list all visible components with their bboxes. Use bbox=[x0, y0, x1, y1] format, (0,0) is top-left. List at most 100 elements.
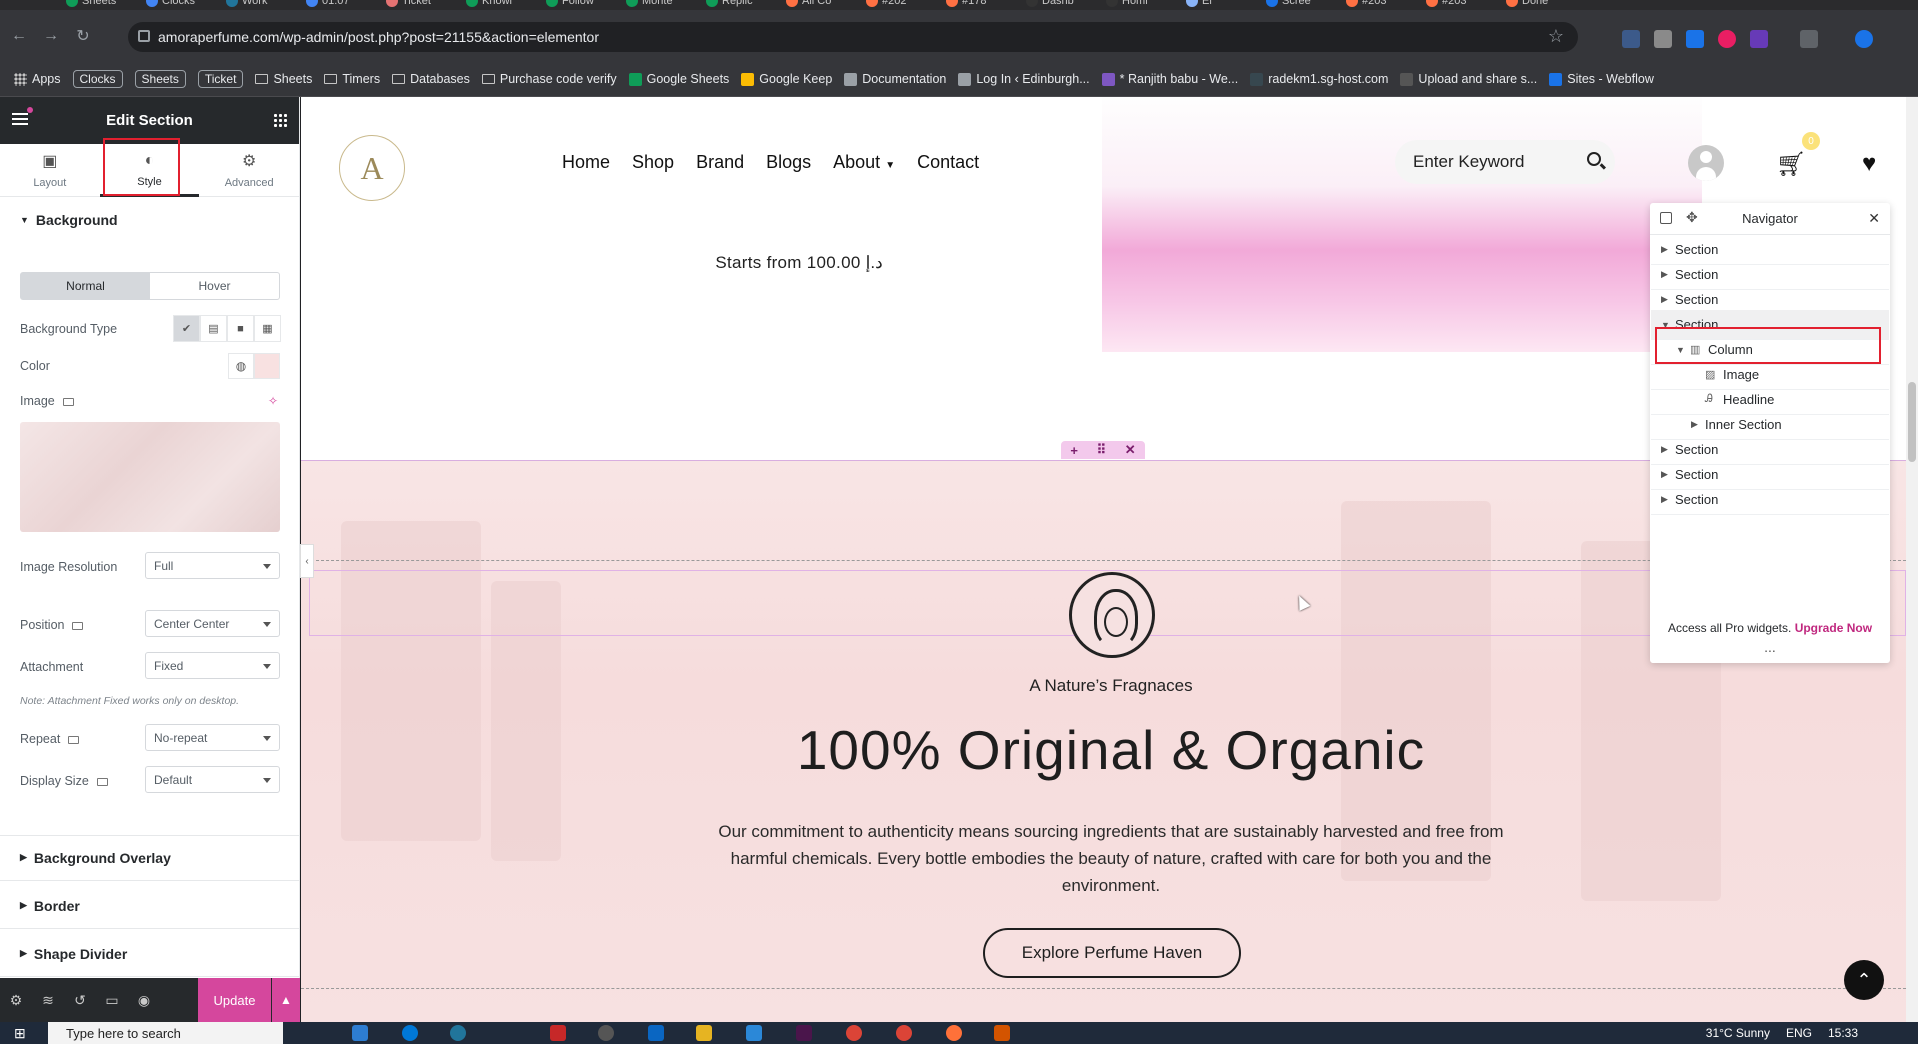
site-info-icon[interactable] bbox=[138, 30, 150, 42]
cart-icon[interactable]: 🛒︎ bbox=[1776, 150, 1806, 179]
gradient-icon[interactable]: ▤ bbox=[200, 315, 227, 342]
nav-home[interactable]: Home bbox=[562, 152, 610, 173]
task-view-icon[interactable] bbox=[352, 1025, 368, 1041]
bookmark-item[interactable]: Clocks bbox=[72, 70, 123, 88]
drag-handle-icon[interactable]: ⠿ bbox=[1097, 442, 1107, 458]
tab-layout[interactable]: ▣ Layout bbox=[0, 144, 100, 196]
image-resolution-select[interactable]: Full bbox=[145, 552, 280, 579]
video-icon[interactable]: ■ bbox=[227, 315, 254, 342]
normal-tab[interactable]: Normal bbox=[21, 273, 150, 299]
scrollbar-thumb[interactable] bbox=[1908, 382, 1916, 462]
browser-tab[interactable]: #202 bbox=[860, 0, 912, 10]
section-handle[interactable]: + ⠿ ✕ bbox=[1061, 441, 1145, 459]
browser-tab[interactable]: Sheets bbox=[60, 0, 122, 10]
globe-icon[interactable]: ◍ bbox=[228, 353, 254, 379]
browser-tab[interactable]: #203 bbox=[1420, 0, 1472, 10]
caret-right-icon[interactable]: ▶ bbox=[1661, 294, 1675, 305]
preview-eye-icon[interactable]: ◉ bbox=[128, 992, 160, 1009]
explore-button[interactable]: Explore Perfume Haven bbox=[983, 928, 1241, 978]
extension-icon[interactable] bbox=[1622, 30, 1640, 48]
update-button[interactable]: Update bbox=[198, 978, 271, 1022]
background-image-preview[interactable] bbox=[20, 422, 280, 532]
file-explorer-icon[interactable] bbox=[696, 1025, 712, 1041]
browser-tab[interactable]: #178 bbox=[940, 0, 992, 10]
bookmark-item[interactable]: Documentation bbox=[844, 72, 946, 86]
browser-tab[interactable]: Done bbox=[1500, 0, 1554, 10]
reload-icon[interactable]: ↻ bbox=[70, 23, 96, 49]
back-icon[interactable]: ← bbox=[6, 23, 32, 49]
bookmark-item[interactable]: * Ranjith babu - We... bbox=[1101, 72, 1238, 86]
bookmark-item[interactable]: Purchase code verify bbox=[481, 72, 617, 86]
responsive-monitor-icon[interactable] bbox=[62, 397, 74, 406]
app-icon[interactable] bbox=[648, 1025, 664, 1041]
nav-about[interactable]: About ▼ bbox=[833, 152, 895, 173]
color-swatch[interactable] bbox=[254, 353, 280, 379]
bookmark-item[interactable]: Log In ‹ Edinburgh... bbox=[958, 72, 1090, 86]
browser-tab[interactable]: All Co bbox=[780, 0, 837, 10]
tab-advanced[interactable]: ⚙ Advanced bbox=[199, 144, 299, 196]
brush-icon[interactable]: ✔ bbox=[173, 315, 200, 342]
color-extension-icon[interactable] bbox=[1718, 30, 1736, 48]
caret-right-icon[interactable]: ▶ bbox=[1691, 419, 1705, 430]
site-logo[interactable]: A bbox=[339, 135, 405, 201]
ai-sparkle-icon[interactable]: ✧ bbox=[268, 394, 278, 408]
browser-tab[interactable]: Work bbox=[220, 0, 273, 10]
bookmark-item[interactable]: Apps bbox=[14, 72, 61, 86]
forward-icon[interactable]: → bbox=[38, 23, 64, 49]
bookmark-item[interactable]: Upload and share s... bbox=[1400, 72, 1537, 86]
bookmark-item[interactable]: Databases bbox=[392, 72, 470, 86]
responsive-monitor-icon[interactable] bbox=[96, 777, 108, 786]
caret-right-icon[interactable]: ▶ bbox=[1661, 244, 1675, 255]
bookmark-item[interactable]: Google Sheets bbox=[628, 72, 729, 86]
firefox-icon[interactable] bbox=[946, 1025, 962, 1041]
profile-icon[interactable] bbox=[1855, 30, 1873, 48]
slideshow-icon[interactable]: ▦ bbox=[254, 315, 281, 342]
navigator-icon[interactable]: ≋ bbox=[32, 992, 64, 1009]
browser-tab[interactable]: Ticket bbox=[380, 0, 437, 10]
browser-tab[interactable]: Homi bbox=[1100, 0, 1154, 10]
browser-tab[interactable]: Dashb bbox=[1020, 0, 1080, 10]
section-background-header[interactable]: ▼ Background bbox=[0, 197, 299, 243]
puzzle-icon[interactable] bbox=[1800, 30, 1818, 48]
browser-tab[interactable]: Knowl bbox=[460, 0, 518, 10]
history-icon[interactable]: ↺ bbox=[64, 992, 96, 1009]
browser-tab[interactable]: El bbox=[1180, 0, 1218, 10]
browser-tab[interactable]: Clocks bbox=[140, 0, 201, 10]
chrome-icon[interactable] bbox=[896, 1025, 912, 1041]
caret-right-icon[interactable]: ▶ bbox=[1661, 269, 1675, 280]
vscode-icon[interactable] bbox=[746, 1025, 762, 1041]
bookmark-item[interactable]: Sheets bbox=[255, 72, 312, 86]
address-bar[interactable]: amoraperfume.com/wp-admin/post.php?post=… bbox=[128, 22, 1578, 52]
account-avatar[interactable] bbox=[1688, 145, 1724, 181]
display-size-select[interactable]: Default bbox=[145, 766, 280, 793]
section-border[interactable]: ▶ Border bbox=[0, 883, 300, 929]
filezilla-icon[interactable] bbox=[550, 1025, 566, 1041]
browser-tab[interactable]: Replic bbox=[700, 0, 759, 10]
section-shape-divider[interactable]: ▶ Shape Divider bbox=[0, 931, 300, 977]
browser-tab[interactable]: 01:07 bbox=[300, 0, 356, 10]
collapse-panel-toggle[interactable]: ‹ bbox=[300, 544, 314, 578]
browser-tab[interactable]: #203 bbox=[1340, 0, 1392, 10]
app-icon[interactable] bbox=[994, 1025, 1010, 1041]
caret-right-icon[interactable]: ▶ bbox=[1661, 469, 1675, 480]
windows-start-icon[interactable]: ⊞ bbox=[14, 1025, 26, 1042]
chevron-up-icon[interactable]: ⌃ bbox=[1844, 960, 1884, 1000]
camera-extension-icon[interactable] bbox=[1654, 30, 1672, 48]
more-icon[interactable]: ... bbox=[1650, 639, 1890, 655]
collapse-all-icon[interactable] bbox=[1660, 212, 1672, 224]
chevron-up-icon[interactable]: ▲ bbox=[272, 978, 300, 1022]
bookmark-item[interactable]: Sheets bbox=[134, 70, 186, 88]
weather[interactable]: 31°C Sunny bbox=[1706, 1026, 1770, 1040]
settings-icon[interactable]: ⚙ bbox=[0, 992, 32, 1009]
bookmark-star-icon[interactable]: ☆ bbox=[1548, 26, 1564, 47]
nav-blogs[interactable]: Blogs bbox=[766, 152, 811, 173]
expand-icon[interactable]: ✥ bbox=[1686, 209, 1698, 226]
attachment-select[interactable]: Fixed bbox=[145, 652, 280, 679]
position-select[interactable]: Center Center bbox=[145, 610, 280, 637]
responsive-monitor-icon[interactable] bbox=[72, 621, 84, 630]
translate-extension-icon[interactable] bbox=[1686, 30, 1704, 48]
nav-brand[interactable]: Brand bbox=[696, 152, 744, 173]
nav-contact[interactable]: Contact bbox=[917, 152, 979, 173]
clock[interactable]: 15:33 bbox=[1828, 1026, 1858, 1040]
menu-icon[interactable] bbox=[12, 113, 28, 125]
